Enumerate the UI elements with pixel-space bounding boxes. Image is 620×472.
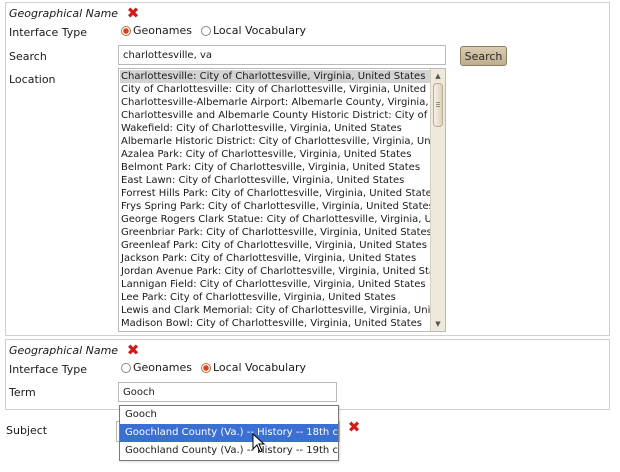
term-label: Term [9,386,36,399]
location-label: Location [9,73,56,86]
local-vocabulary-radio-label[interactable]: Local Vocabulary [213,361,306,374]
geographical-name-fieldset-1: Geographical Name ✖ Interface Type Geona… [5,2,610,336]
grip-icon [436,106,440,107]
location-option[interactable]: Forrest Hills Park: City of Charlottesvi… [120,187,430,200]
geonames-radio-label[interactable]: Geonames [133,361,192,374]
location-option[interactable]: Jackson Park: City of Charlottesville, V… [120,252,430,265]
location-option[interactable]: Frys Spring Park: City of Charlottesvill… [120,200,430,213]
interface-type-label: Interface Type [9,26,88,39]
location-option[interactable]: Wakefield: City of Charlottesville, Virg… [120,122,430,135]
search-button[interactable]: Search [460,46,507,66]
location-option[interactable]: City of Charlottesville: City of Charlot… [120,83,430,96]
location-option[interactable]: Jordan Avenue Park: City of Charlottesvi… [120,265,430,278]
grip-icon [436,102,440,103]
scroll-thumb[interactable] [433,83,443,127]
location-list-items: Charlottesville: City of Charlottesville… [120,70,430,331]
scroll-up-icon[interactable]: ▲ [431,70,445,82]
location-option[interactable]: Charlottesville-Albemarle Airport: Albem… [120,96,430,109]
subject-label: Subject [6,424,48,437]
geonames-radio-label[interactable]: Geonames [133,24,192,37]
geographical-name-fieldset-2: Geographical Name ✖ Interface Type Geona… [5,339,610,410]
remove-icon[interactable]: ✖ [126,343,140,358]
listbox-scrollbar[interactable]: ▲ ▼ [430,69,445,331]
location-option[interactable]: George Rogers Clark Statue: City of Char… [120,213,430,226]
location-listbox[interactable]: Charlottesville: City of Charlottesville… [118,68,446,332]
location-option[interactable]: Lewis and Clark Memorial: City of Charlo… [120,304,430,317]
location-option[interactable]: Madison Bowl: City of Charlottesville, V… [120,317,430,330]
location-option[interactable]: Lee Park: City of Charlottesville, Virgi… [120,291,430,304]
local-vocabulary-radio[interactable] [201,363,211,373]
location-option[interactable]: Lannigan Field: City of Charlottesville,… [120,278,430,291]
search-input[interactable] [118,45,446,65]
geonames-radio[interactable] [121,363,131,373]
search-label: Search [9,50,47,63]
remove-icon[interactable]: ✖ [347,420,361,435]
form-page: Geographical Name ✖ Interface Type Geona… [0,0,620,472]
grip-icon [436,104,440,105]
mouse-cursor-icon [252,433,266,453]
interface-type-label: Interface Type [9,363,88,376]
remove-icon[interactable]: ✖ [126,6,140,21]
location-option[interactable]: Charlottesville: City of Charlottesville… [120,70,430,83]
location-option[interactable]: Albemarle Historic District: City of Cha… [120,135,430,148]
location-option[interactable]: East Lawn: City of Charlottesville, Virg… [120,174,430,187]
location-option[interactable]: Greenleaf Park: City of Charlottesville,… [120,239,430,252]
geonames-radio[interactable] [121,26,131,36]
location-option[interactable]: Belmont Park: City of Charlottesville, V… [120,161,430,174]
autocomplete-option[interactable]: Gooch [120,406,338,424]
autocomplete-dropdown: Gooch Goochland County (Va.) -- History -… [119,405,339,461]
autocomplete-option[interactable]: Goochland County (Va.) -- History -- 18t… [120,424,338,442]
local-vocabulary-radio-label[interactable]: Local Vocabulary [213,24,306,37]
term-input[interactable] [118,382,337,402]
location-option[interactable]: Charlottesville and Albemarle County His… [120,109,430,122]
geographical-name-legend: Geographical Name [9,344,119,357]
autocomplete-option[interactable]: Goochland County (Va.) -- History -- 19t… [120,442,338,460]
scroll-down-icon[interactable]: ▼ [431,318,445,330]
local-vocabulary-radio[interactable] [201,26,211,36]
location-option[interactable]: Greenbriar Park: City of Charlottesville… [120,226,430,239]
geographical-name-legend: Geographical Name [9,7,119,20]
location-option[interactable]: Azalea Park: City of Charlottesville, Vi… [120,148,430,161]
